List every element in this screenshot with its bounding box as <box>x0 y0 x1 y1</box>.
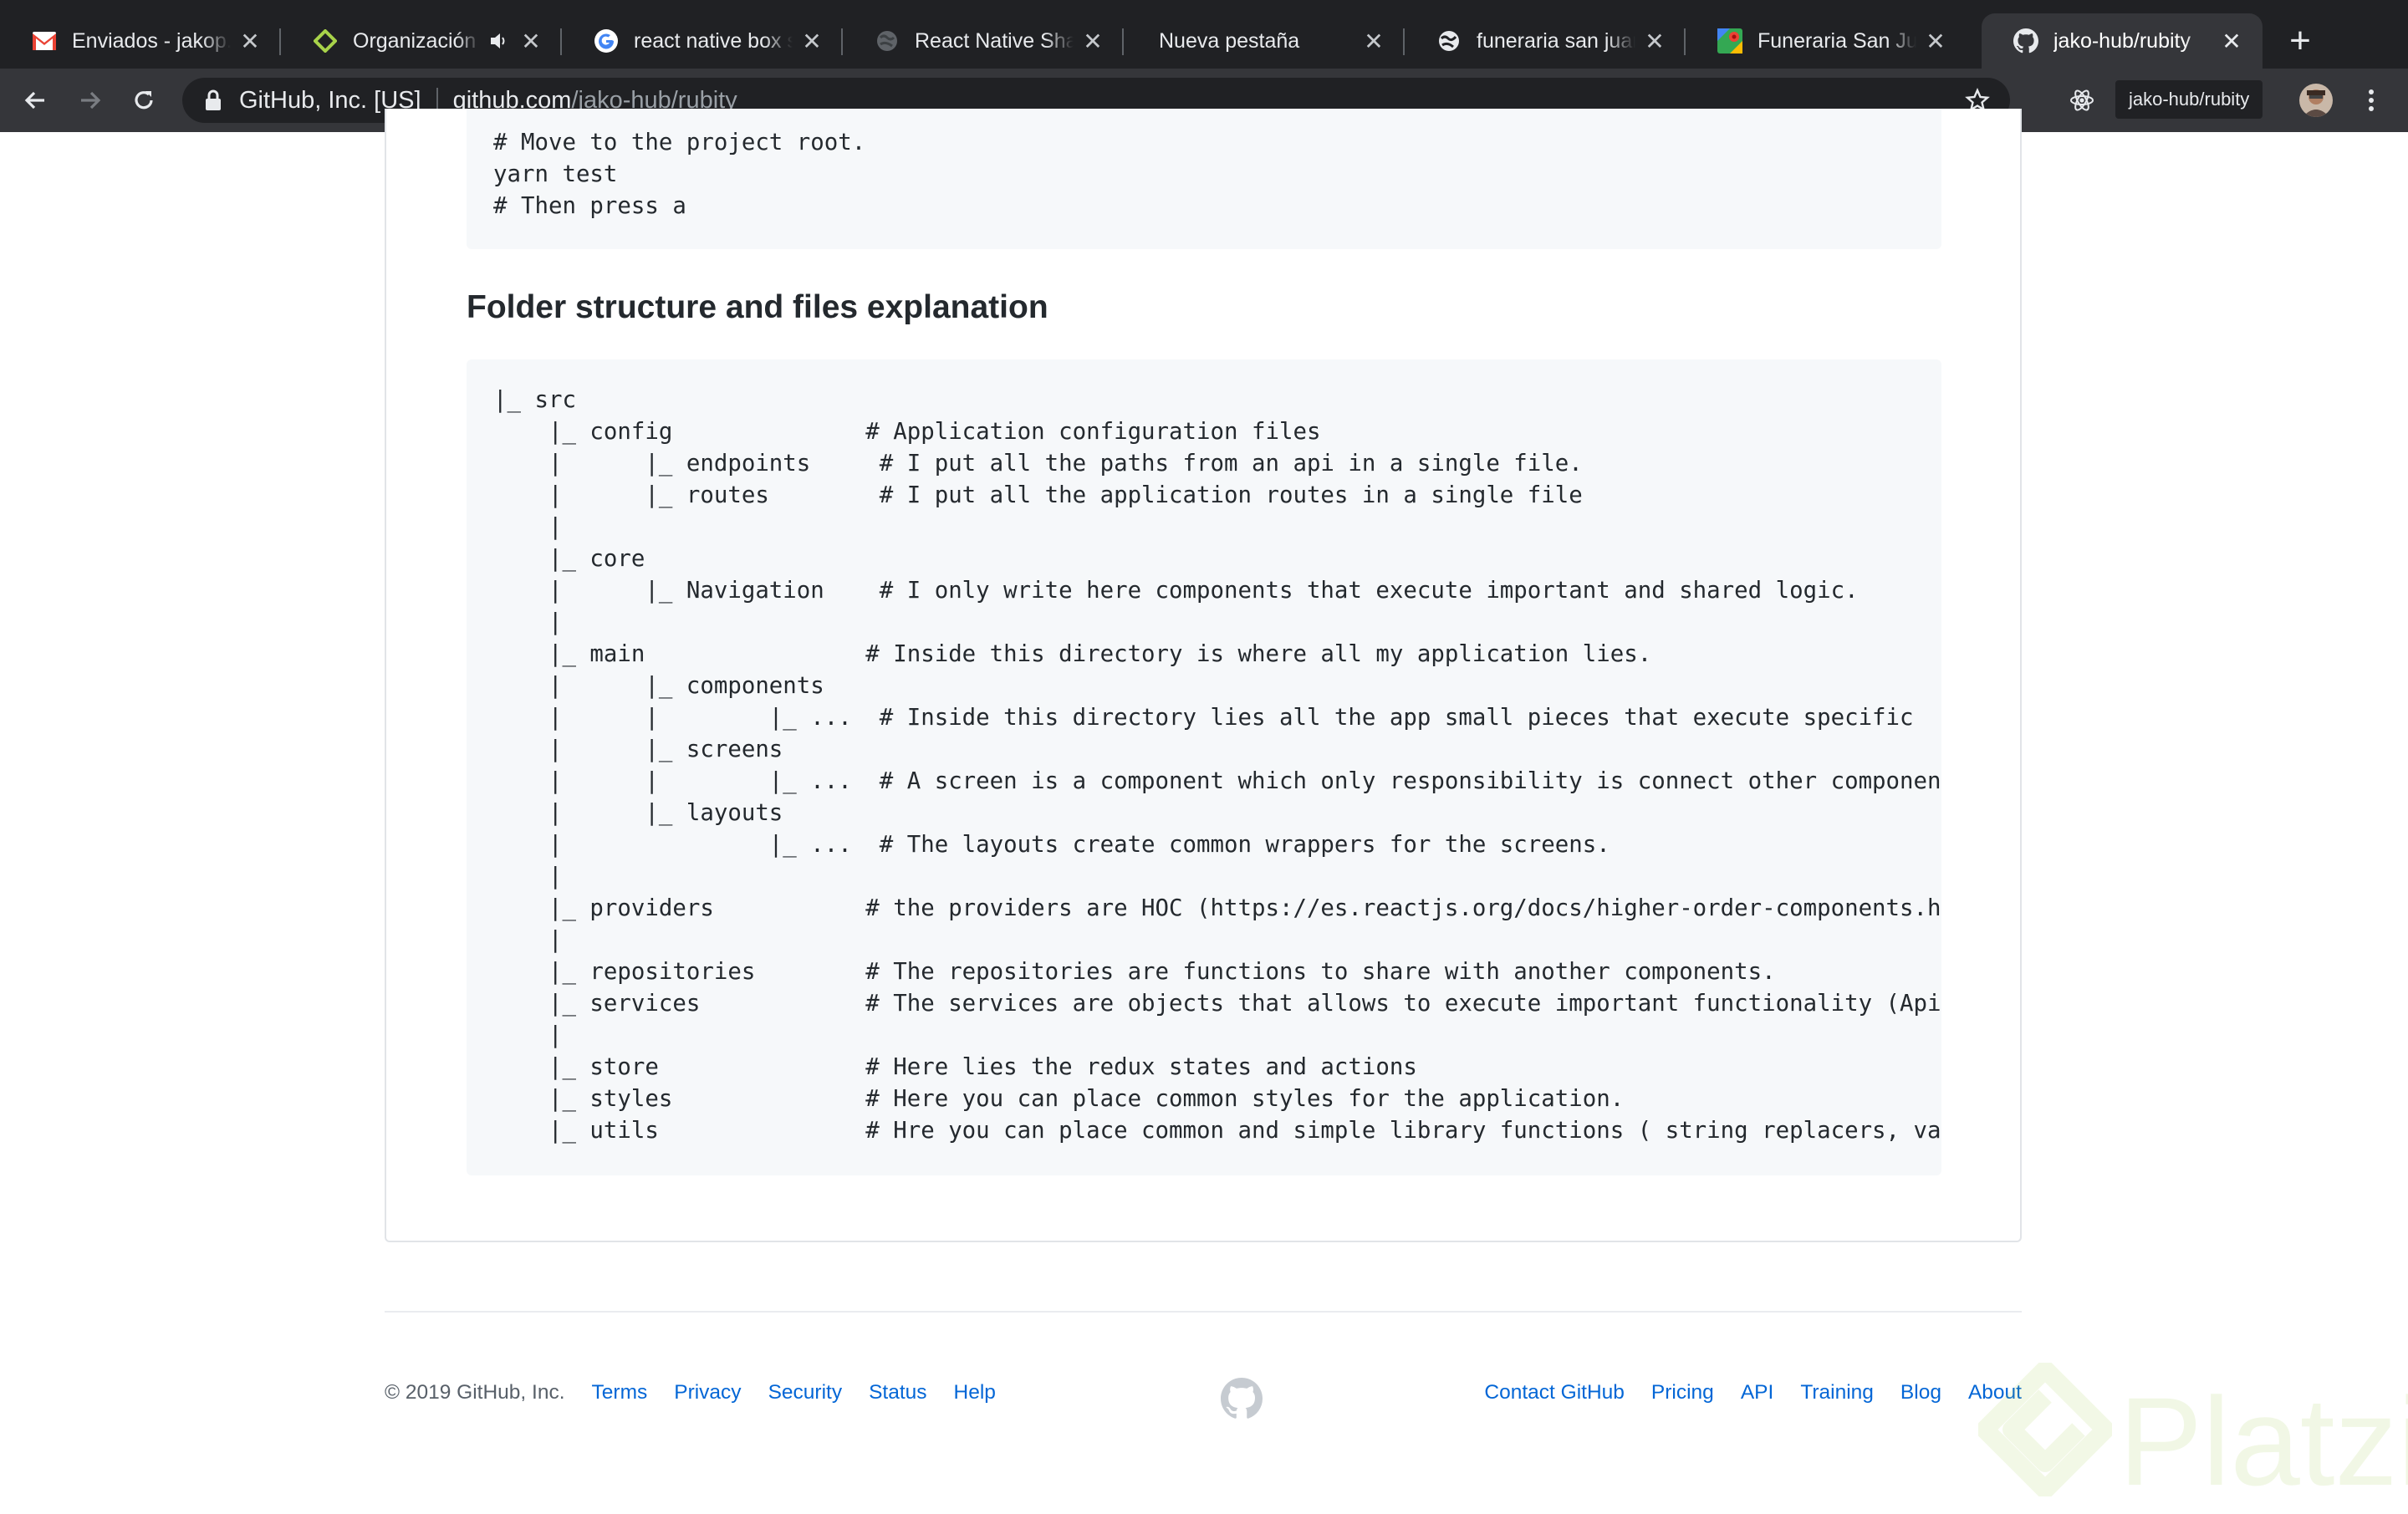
footer-link-status[interactable]: Status <box>869 1381 926 1404</box>
platzi-watermark: Platzi <box>1978 1354 2408 1511</box>
back-button[interactable] <box>12 77 59 124</box>
globe-icon <box>1436 28 1462 54</box>
tab-funeraria-search[interactable]: funeraria san juan ✕ <box>1405 13 1686 69</box>
close-icon[interactable]: ✕ <box>237 28 263 54</box>
footer-link-terms[interactable]: Terms <box>592 1381 648 1404</box>
lock-icon[interactable] <box>201 89 226 111</box>
reload-button[interactable] <box>120 77 167 124</box>
footer-link-help[interactable]: Help <box>954 1381 996 1404</box>
close-icon[interactable]: ✕ <box>2219 28 2244 54</box>
close-icon[interactable]: ✕ <box>799 28 824 54</box>
tab-google-search[interactable]: react native box shadow ✕ <box>562 13 843 69</box>
footer-link-api[interactable]: API <box>1741 1381 1774 1404</box>
tab-title: funeraria san juan <box>1477 28 1635 53</box>
footer-divider <box>385 1311 2022 1313</box>
tab-title: Nueva pestaña <box>1159 28 1300 53</box>
section-heading: Folder structure and files explanation <box>467 289 1048 325</box>
gmail-icon <box>32 28 57 54</box>
platzi-logo-icon <box>1978 1363 2112 1496</box>
chrome-menu-button[interactable] <box>2348 77 2395 124</box>
footer-link-blog[interactable]: Blog <box>1900 1381 1941 1404</box>
footer-link-security[interactable]: Security <box>768 1381 843 1404</box>
copyright: © 2019 GitHub, Inc. <box>385 1381 565 1404</box>
google-icon <box>594 28 619 54</box>
new-tab-button[interactable]: + <box>2279 20 2321 62</box>
tab-github-rubity[interactable]: jako-hub/rubity ✕ <box>1982 13 2263 69</box>
forward-button[interactable] <box>67 77 114 124</box>
code-test-commands: # Move to the project root. yarn test # … <box>493 130 866 219</box>
footer-link-training[interactable]: Training <box>1800 1381 1874 1404</box>
code-block-test: # Move to the project root. yarn test # … <box>467 109 1941 249</box>
close-icon[interactable]: ✕ <box>1923 28 1948 54</box>
tab-new-tab[interactable]: Nueva pestaña ✕ <box>1124 13 1405 69</box>
folder-structure-code: |_ src |_ config # Application configura… <box>493 387 1941 1144</box>
footer-left: © 2019 GitHub, Inc. Terms Privacy Securi… <box>385 1381 1023 1404</box>
close-icon[interactable]: ✕ <box>518 28 543 54</box>
footer-link-privacy[interactable]: Privacy <box>674 1381 741 1404</box>
footer-link-pricing[interactable]: Pricing <box>1651 1381 1714 1404</box>
tab-react-native-shadow[interactable]: React Native Shadow ✕ <box>843 13 1124 69</box>
tab-title: Funeraria San Juan <box>1758 28 1916 53</box>
tab-title: Enviados - jakop.b <box>72 28 231 53</box>
extension-chip[interactable]: jako-hub/rubity <box>2115 80 2263 119</box>
code-block-folder-structure[interactable]: |_ src |_ config # Application configura… <box>467 359 1941 1175</box>
footer-right: Contact GitHub Pricing API Training Blog… <box>1457 1381 2022 1404</box>
tab-title: react native box shadow <box>634 28 793 53</box>
arrow-left-icon <box>24 91 44 110</box>
profile-avatar[interactable] <box>2299 84 2333 117</box>
arrow-right-icon <box>81 91 101 110</box>
close-icon[interactable]: ✕ <box>1080 28 1105 54</box>
github-icon <box>2013 28 2038 54</box>
diamond-icon <box>313 28 338 54</box>
more-vert-icon <box>2369 89 2374 111</box>
close-icon[interactable]: ✕ <box>1361 28 1386 54</box>
react-atom-icon <box>2070 89 2094 111</box>
tab-organizacion[interactable]: Organización de ✕ <box>281 13 562 69</box>
maps-icon <box>1717 28 1742 54</box>
tab-gmail[interactable]: Enviados - jakop.b ✕ <box>0 13 281 69</box>
globe-gray-icon <box>875 28 900 54</box>
tab-title: React Native Shadow <box>915 28 1074 53</box>
github-logo-icon[interactable] <box>1221 1378 1263 1420</box>
tab-funeraria-maps[interactable]: Funeraria San Juan ✕ <box>1686 13 1967 69</box>
tab-strip: Enviados - jakop.b ✕ Organización de ✕ r… <box>0 0 2408 69</box>
tab-title: jako-hub/rubity <box>2053 28 2191 53</box>
react-devtools-extension[interactable] <box>2059 77 2105 124</box>
footer-link-contact[interactable]: Contact GitHub <box>1484 1381 1625 1404</box>
platzi-wordmark: Platzi <box>2119 1371 2408 1511</box>
reload-icon <box>135 91 153 110</box>
tab-title: Organización de <box>353 28 480 53</box>
speaker-icon[interactable] <box>487 28 512 54</box>
close-icon[interactable]: ✕ <box>1642 28 1667 54</box>
